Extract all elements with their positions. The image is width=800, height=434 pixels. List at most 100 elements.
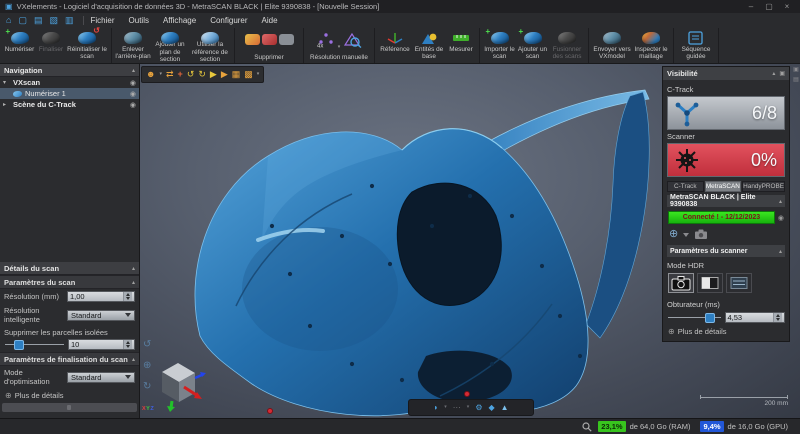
collapse-icon[interactable]: ▴	[132, 279, 135, 286]
shutter-slider[interactable]	[667, 312, 722, 323]
navigation-cube[interactable]	[148, 356, 208, 412]
new-session-icon[interactable]: ▢	[18, 16, 27, 25]
numeriser-button[interactable]: + Numériser	[3, 28, 36, 63]
chevron-down-icon[interactable]	[683, 232, 690, 237]
tree-item-vxscan[interactable]: ▾ VXscan ◉	[0, 77, 139, 88]
ajouter-scan-button[interactable]: + Ajouter un scan	[516, 28, 549, 63]
hdr-mode-camera-button[interactable]	[668, 273, 694, 293]
collapse-icon[interactable]: ▴	[772, 70, 775, 77]
play-alt-icon[interactable]: ▶	[221, 70, 228, 79]
mesh-display-icon[interactable]: ◆	[488, 403, 494, 412]
play-sequence-icon[interactable]: ▶	[210, 70, 217, 79]
maximize-button[interactable]: ▢	[761, 2, 777, 11]
more-details-link[interactable]: ⊕ Plus de détails	[667, 323, 785, 337]
utiliser-reference-section-button[interactable]: Utiliser la référence de section	[189, 29, 231, 63]
spinner-buttons[interactable]	[123, 292, 132, 301]
popout-icon[interactable]: ▣	[779, 70, 785, 77]
settings-gear-icon[interactable]: ⚙	[475, 403, 482, 412]
reference-button[interactable]: Référence	[378, 29, 412, 63]
chevron-down-icon[interactable]: ▾	[444, 405, 447, 410]
enlever-arriere-plan-button[interactable]: Enlever l'arrière-plan	[115, 29, 151, 63]
collapse-icon[interactable]: ▴	[132, 356, 135, 363]
mesurer-button[interactable]: Mesurer	[446, 29, 476, 63]
chevron-down-icon[interactable]: ▾	[338, 44, 341, 50]
save-session-icon[interactable]: ▤	[34, 16, 43, 25]
horizontal-scrollbar[interactable]	[2, 403, 137, 412]
info-icon[interactable]: ◉	[778, 214, 784, 222]
finalisation-params-header[interactable]: Paramètres de finalisation du scan ▴	[0, 352, 139, 366]
flip-view-icon[interactable]: ⇄	[166, 70, 174, 79]
surface-view-icon[interactable]: ☻	[146, 70, 155, 79]
ajouter-plan-section-button[interactable]: Ajouter un plan de section	[151, 29, 189, 63]
hdr-mode-split-button[interactable]	[697, 273, 723, 293]
shutter-input[interactable]: 4,53	[724, 312, 785, 323]
scan-details-header[interactable]: Détails du scan ▴	[0, 262, 139, 275]
more-details-link[interactable]: ⊕ Plus de détails	[0, 388, 139, 403]
rotate-right-icon[interactable]: ↻	[198, 70, 206, 79]
fusionner-scans-button[interactable]: Fusionner des scans	[549, 29, 585, 63]
menu-configurer[interactable]: Configurer	[210, 16, 247, 25]
resolution-input[interactable]: 1,00	[67, 291, 135, 302]
isolated-patches-input[interactable]: 10	[68, 339, 135, 350]
device-header[interactable]: MetraSCAN BLACK | Elite 9390838 ▴	[667, 194, 785, 208]
spinner-buttons[interactable]	[773, 313, 782, 322]
home-icon[interactable]: ⌂	[6, 16, 11, 25]
resolution-4x-icon[interactable]: 4x	[315, 31, 337, 48]
expand-icon[interactable]: ▸	[3, 101, 10, 108]
chevron-down-icon[interactable]: ▾	[467, 405, 470, 410]
scan-params-header[interactable]: Paramètres du scan ▴	[0, 275, 139, 289]
tree-item-numeriser1[interactable]: Numériser 1 ◉	[0, 88, 139, 99]
finaliser-button[interactable]: Finaliser	[36, 29, 66, 63]
collapse-icon[interactable]: ▴	[779, 198, 782, 205]
view-mode-icon[interactable]: ◗	[433, 403, 438, 412]
close-button[interactable]: ×	[779, 2, 795, 11]
tab-ctrack[interactable]: C-Track	[667, 181, 704, 192]
importer-scan-button[interactable]: + Importer le scan	[483, 28, 516, 63]
hdr-mode-multi-button[interactable]	[726, 273, 752, 293]
isolated-patches-slider[interactable]	[4, 339, 65, 350]
envoyer-vxmodel-button[interactable]: Envoyer vers VXmodel	[592, 29, 632, 63]
surface-display-icon[interactable]: ▲	[501, 403, 509, 412]
tree-item-scene-ctrack[interactable]: ▸ Scène du C-Track ◉	[0, 99, 139, 110]
delete-patches-icon[interactable]	[261, 34, 277, 45]
docked-panel-icon[interactable]: ▣	[793, 67, 799, 73]
open-session-icon[interactable]: ▧	[49, 16, 58, 25]
optimisation-select[interactable]: Standard	[67, 371, 135, 383]
expand-icon[interactable]: ▾	[3, 79, 10, 86]
tab-metrascan[interactable]: MetraSCAN	[704, 181, 742, 192]
collapse-icon[interactable]: ▴	[132, 67, 135, 74]
resolution-zone-icon[interactable]	[341, 31, 363, 48]
grid-mesh-icon[interactable]: ▩	[244, 70, 253, 79]
move-view-icon[interactable]: +	[178, 70, 183, 79]
more-options-icon[interactable]: ⋯	[453, 403, 461, 412]
inspecter-maillage-button[interactable]: Inspecter le maillage	[632, 29, 670, 63]
collapse-icon[interactable]: ▴	[779, 248, 782, 255]
delete-mesh-icon[interactable]	[278, 34, 294, 45]
visibility-eye-icon[interactable]: ◉	[130, 101, 136, 109]
sequence-guidee-button[interactable]: Séquence guidée	[677, 29, 715, 63]
visibility-eye-icon[interactable]: ◉	[130, 79, 136, 87]
grid-targets-icon[interactable]: ▦	[232, 70, 241, 79]
visibility-panel-header[interactable]: Visibilité ▴ ▣	[663, 67, 789, 80]
chevron-down-icon[interactable]: ▾	[159, 72, 162, 77]
chevron-down-icon[interactable]: ▾	[257, 72, 260, 77]
spinner-buttons[interactable]	[123, 340, 132, 349]
reinitialiser-scan-button[interactable]: ↺ Réinitialiser le scan	[66, 27, 108, 63]
collapse-icon[interactable]: ▴	[132, 265, 135, 272]
targets-crosshair-icon[interactable]: ⊕	[669, 229, 678, 240]
rotate-left-icon[interactable]: ↺	[187, 70, 195, 79]
minimize-button[interactable]: –	[743, 2, 759, 11]
delete-targets-icon[interactable]	[244, 34, 260, 45]
entites-de-base-button[interactable]: Entités de base	[412, 29, 446, 63]
tab-handyprobe[interactable]: HandyPROBE	[742, 181, 786, 192]
menu-outils[interactable]: Outils	[129, 16, 149, 25]
scanner-params-header[interactable]: Paramètres du scanner ▴	[667, 245, 785, 257]
camera-icon[interactable]	[694, 229, 709, 240]
menu-fichier[interactable]: Fichier	[91, 16, 115, 25]
orbit-rotate-icon[interactable]: ↺	[143, 340, 151, 350]
docked-panel-icon[interactable]: ▤	[793, 77, 799, 83]
navigation-panel-header[interactable]: Navigation ▴	[0, 64, 139, 77]
menu-affichage[interactable]: Affichage	[163, 16, 196, 25]
menu-aide[interactable]: Aide	[262, 16, 278, 25]
smart-resolution-select[interactable]: Standard	[67, 309, 135, 321]
